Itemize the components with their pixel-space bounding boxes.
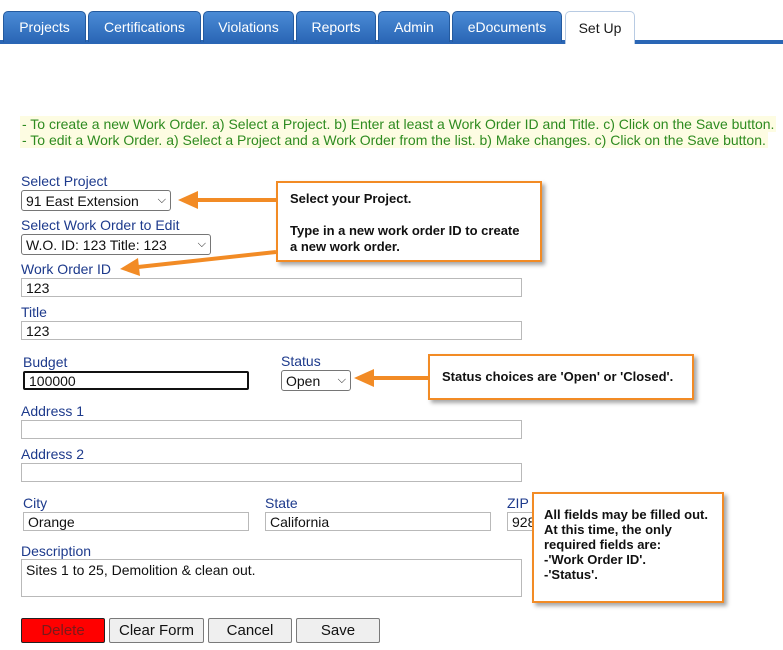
instruction-edit: - To edit a Work Order. a) Select a Proj… xyxy=(20,132,768,148)
select-project-value: 91 East Extension xyxy=(26,192,139,209)
callout-fields-line1: All fields may be filled out. xyxy=(544,507,708,522)
callout-required-fields: All fields may be filled out. At this ti… xyxy=(532,492,724,603)
city-label: City xyxy=(23,495,48,511)
callout-status-text: Status choices are 'Open' or 'Closed'. xyxy=(442,369,674,384)
description-textarea[interactable]: Sites 1 to 25, Demolition & clean out. xyxy=(21,559,522,597)
arrow-to-project-select xyxy=(178,191,276,209)
work-order-id-label: Work Order ID xyxy=(21,261,111,277)
title-label: Title xyxy=(21,304,47,320)
tab-violations[interactable]: Violations xyxy=(203,11,294,42)
callout-project-line1: Select your Project. xyxy=(290,191,412,206)
delete-button[interactable]: Delete xyxy=(21,618,105,643)
address1-label: Address 1 xyxy=(21,403,85,419)
callout-fields-line4: -'Status'. xyxy=(544,567,598,582)
select-project-label: Select Project xyxy=(21,173,108,189)
state-input[interactable] xyxy=(265,512,491,531)
state-label: State xyxy=(265,495,298,511)
instruction-create: - To create a new Work Order. a) Select … xyxy=(20,116,777,132)
tab-reports[interactable]: Reports xyxy=(296,11,376,42)
cancel-button[interactable]: Cancel xyxy=(208,618,292,643)
chevron-down-icon: ⌵ xyxy=(157,194,166,206)
tab-admin[interactable]: Admin xyxy=(378,11,450,42)
callout-status: Status choices are 'Open' or 'Closed'. xyxy=(428,354,694,400)
select-project-dropdown[interactable]: 91 East Extension ⌵ xyxy=(21,190,171,211)
title-input[interactable] xyxy=(21,321,522,340)
tab-projects[interactable]: Projects xyxy=(3,11,86,42)
chevron-down-icon: ⌵ xyxy=(337,374,346,386)
budget-label: Budget xyxy=(23,354,68,370)
arrow-to-work-order-id xyxy=(120,250,277,276)
callout-fields-line3: -'Work Order ID'. xyxy=(544,552,647,567)
arrow-to-status-select xyxy=(354,369,428,387)
address2-input[interactable] xyxy=(21,463,522,482)
status-label: Status xyxy=(281,353,321,369)
work-order-id-input[interactable] xyxy=(21,278,522,297)
tab-edocuments[interactable]: eDocuments xyxy=(452,11,562,42)
status-dropdown[interactable]: Open ⌵ xyxy=(281,370,351,391)
select-work-order-dropdown[interactable]: W.O. ID: 123 Title: 123 ⌵ xyxy=(21,234,211,255)
callout-fields-line2: At this time, the only required fields a… xyxy=(544,522,672,552)
select-work-order-label: Select Work Order to Edit xyxy=(21,217,180,233)
select-work-order-value: W.O. ID: 123 Title: 123 xyxy=(26,236,167,253)
chevron-down-icon: ⌵ xyxy=(197,238,206,250)
callout-project: Select your Project. Type in a new work … xyxy=(276,181,542,262)
address1-input[interactable] xyxy=(21,420,522,439)
tab-certifications[interactable]: Certifications xyxy=(88,11,201,42)
zip-label: ZIP xyxy=(507,495,529,511)
save-button[interactable]: Save xyxy=(296,618,380,643)
city-input[interactable] xyxy=(23,512,249,531)
tab-bar: Projects Certifications Violations Repor… xyxy=(0,0,783,44)
callout-project-line2: Type in a new work order ID to create a … xyxy=(290,223,520,254)
address2-label: Address 2 xyxy=(21,446,85,462)
clear-form-button[interactable]: Clear Form xyxy=(109,618,204,643)
budget-input[interactable] xyxy=(23,371,249,390)
description-label: Description xyxy=(21,543,92,559)
tab-set-up[interactable]: Set Up xyxy=(565,11,635,44)
status-value: Open xyxy=(286,372,321,389)
